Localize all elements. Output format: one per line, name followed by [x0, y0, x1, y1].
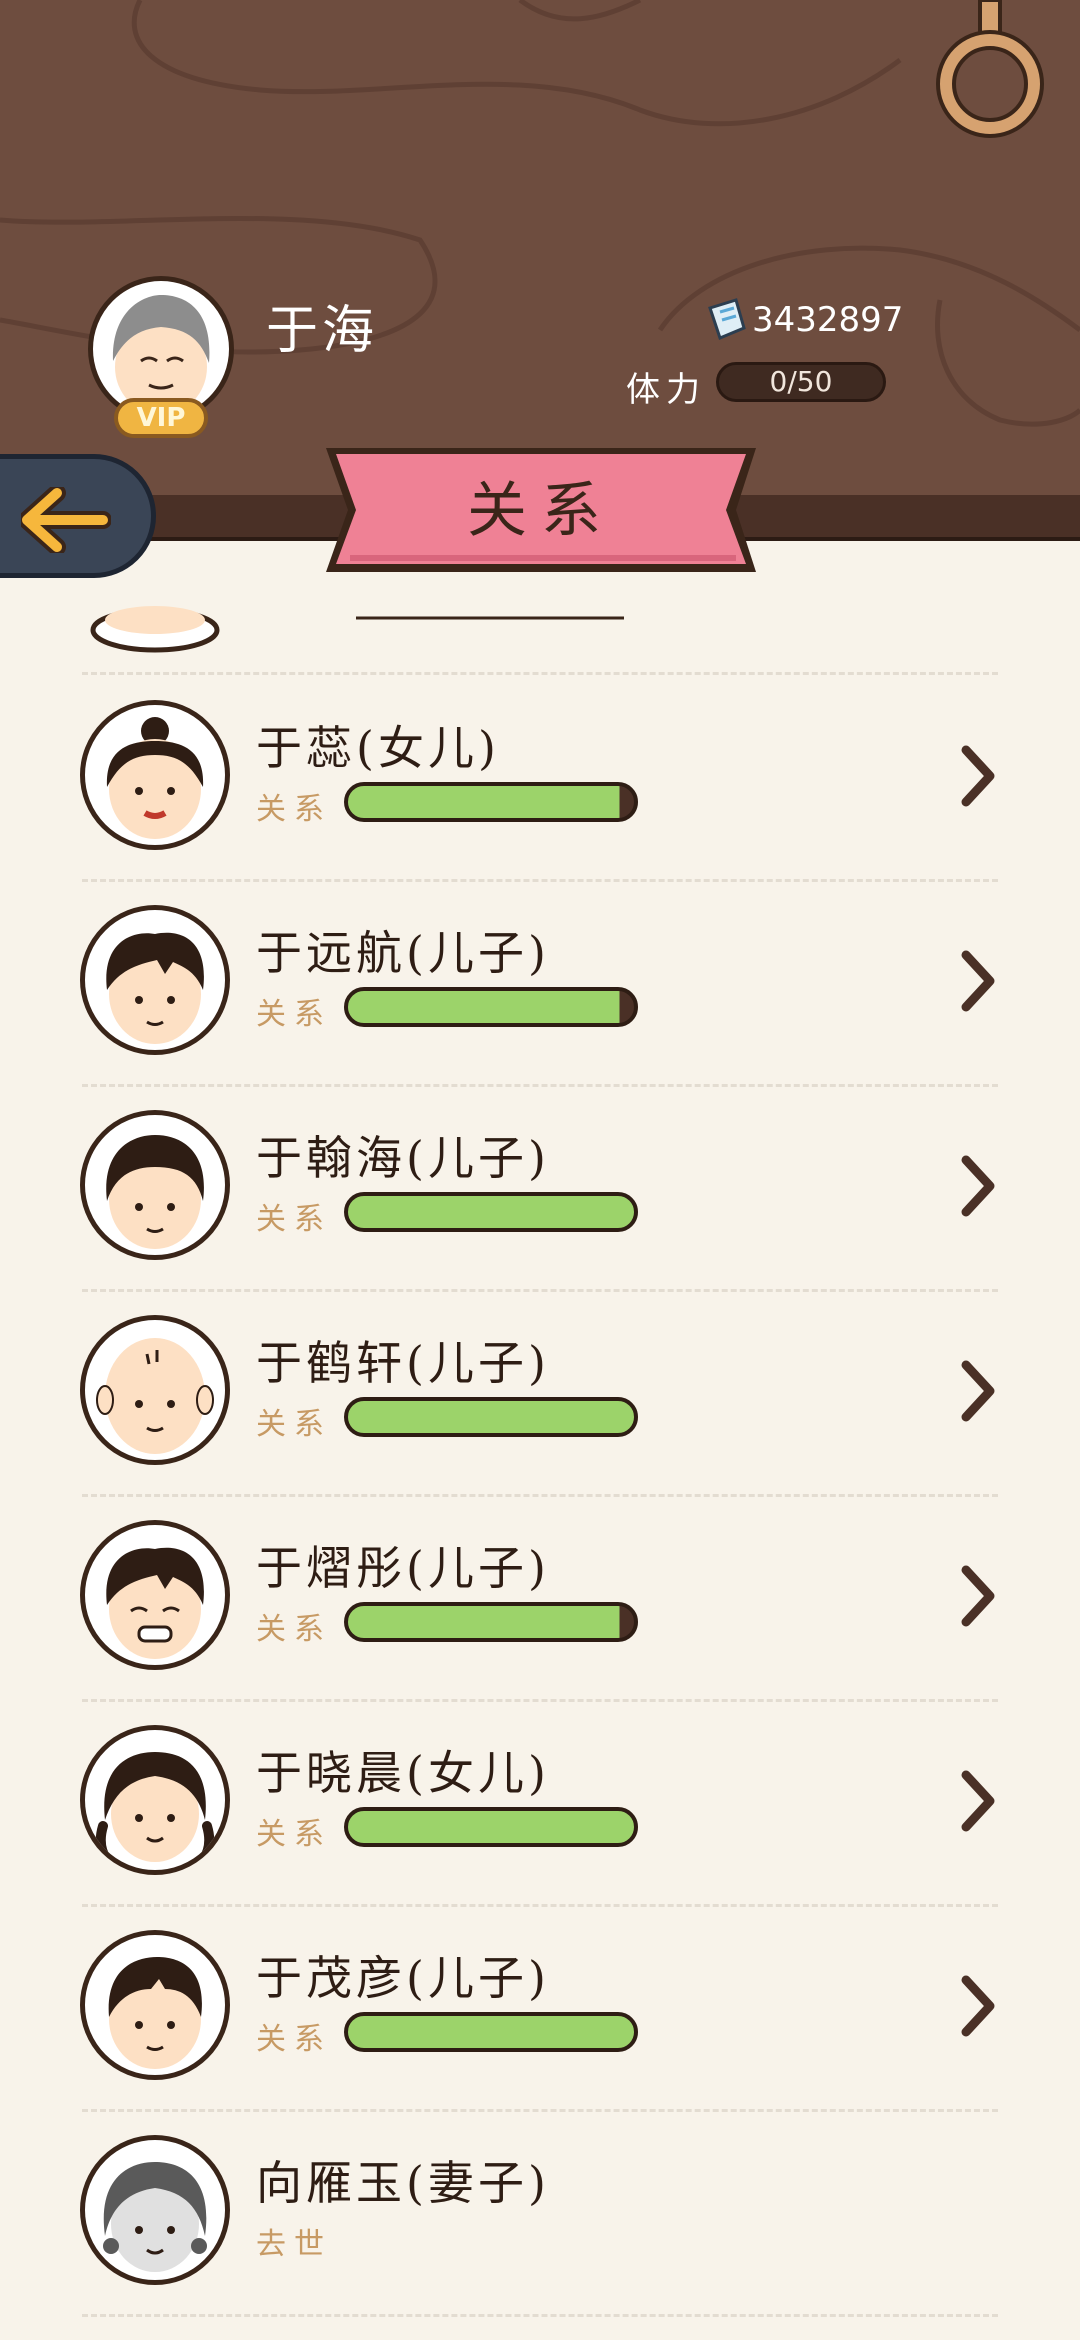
chevron-right-icon[interactable] — [958, 744, 998, 808]
player-name: 于海 — [266, 301, 379, 361]
relation-row[interactable]: 于翰海(儿子) 关系 — [0, 1084, 1080, 1289]
relation-status: 去世 — [256, 2227, 332, 2262]
relation-row[interactable]: 于熠彤(儿子) 关系 — [0, 1494, 1080, 1699]
relation-row[interactable]: 于远航(儿子) 关系 — [0, 879, 1080, 1084]
row-divider — [82, 2109, 998, 2112]
relation-label: 关系 — [256, 2022, 332, 2057]
row-divider — [82, 879, 998, 882]
row-divider — [82, 1289, 998, 1292]
relation-avatar — [80, 905, 230, 1055]
relation-label: 关系 — [256, 792, 332, 827]
chevron-right-icon[interactable] — [958, 1359, 998, 1423]
relation-row[interactable]: 向雁玉(妻子) 去世 — [0, 2109, 1080, 2314]
relation-name: 于鹤轩(儿子) — [256, 1336, 550, 1390]
coin-count: 3432897 — [752, 300, 904, 340]
baby-bald-icon — [96, 1338, 214, 1454]
row-divider — [82, 2314, 998, 2317]
relation-row[interactable]: 于晓晨(女儿) 关系 — [0, 1699, 1080, 1904]
relation-avatar — [80, 1315, 230, 1465]
relation-name: 于晓晨(女儿) — [256, 1746, 550, 1800]
partial-row — [0, 590, 1080, 680]
chevron-right-icon[interactable] — [958, 1564, 998, 1628]
son-tuft-icon — [106, 932, 204, 1044]
daughter-braids-icon — [95, 1752, 215, 1865]
relation-name: 向雁玉(妻子) — [256, 2156, 550, 2210]
chevron-right-icon[interactable] — [958, 1154, 998, 1218]
relations-list[interactable]: 于蕊(女儿) 关系 于远航(儿子) 关系 于翰海(儿子) 关系 于鹤轩(儿子) … — [0, 590, 1080, 2340]
back-arrow-icon — [21, 487, 111, 553]
wife-gray-icon — [103, 2162, 207, 2272]
relation-name: 于蕊(女儿) — [256, 721, 500, 775]
relation-label: 关系 — [256, 1202, 332, 1237]
relation-name: 于远航(儿子) — [256, 926, 550, 980]
relationship-bar — [344, 1397, 638, 1437]
row-divider — [82, 1699, 998, 1702]
relation-row[interactable]: 于蕊(女儿) 关系 — [0, 674, 1080, 879]
row-divider — [82, 1084, 998, 1087]
coin-scroll-icon — [708, 298, 746, 341]
row-divider — [82, 1494, 998, 1497]
vip-badge: VIP — [114, 398, 208, 438]
relation-avatar — [80, 1930, 230, 2080]
relation-label: 关系 — [256, 1612, 332, 1647]
relation-label: 关系 — [256, 1407, 332, 1442]
relation-name: 于茂彦(儿子) — [256, 1951, 550, 2005]
relation-avatar — [80, 700, 230, 850]
stamina-label: 体力 — [626, 370, 706, 410]
relation-name: 于熠彤(儿子) — [256, 1541, 550, 1595]
chevron-right-icon[interactable] — [958, 1769, 998, 1833]
stamina-bar: 0/50 — [716, 362, 886, 402]
back-button[interactable] — [0, 454, 156, 578]
relationship-bar — [344, 1602, 638, 1642]
relation-label: 关系 — [256, 997, 332, 1032]
son-short-icon — [108, 1957, 202, 2069]
pull-ring-icon[interactable] — [936, 0, 1046, 140]
relation-avatar — [80, 1110, 230, 1260]
elder-avatar-icon — [112, 295, 210, 415]
chevron-right-icon[interactable] — [958, 1974, 998, 2038]
header-panel: VIP 于海 3432897 体力 0/50 — [0, 0, 1080, 495]
relation-row[interactable]: 于鹤轩(儿子) 关系 — [0, 1289, 1080, 1494]
relation-avatar — [80, 1520, 230, 1670]
daughter-bun-icon — [106, 717, 204, 839]
son-grin-icon — [106, 1547, 204, 1659]
chevron-right-icon[interactable] — [958, 949, 998, 1013]
relationship-bar — [344, 2012, 638, 2052]
relation-avatar — [80, 2135, 230, 2285]
son-bowl-icon — [106, 1135, 204, 1249]
relation-row[interactable]: 于茂彦(儿子) 关系 — [0, 1904, 1080, 2109]
page-title: 关系 — [467, 476, 615, 546]
relation-label: 关系 — [256, 1817, 332, 1852]
relationship-bar — [344, 782, 638, 822]
relationship-bar — [344, 1807, 638, 1847]
relationship-bar — [344, 1192, 638, 1232]
title-banner: 关系 — [326, 440, 756, 590]
row-divider — [82, 1904, 998, 1907]
relation-avatar — [80, 1725, 230, 1875]
relation-name: 于翰海(儿子) — [256, 1131, 550, 1185]
relationship-bar — [344, 987, 638, 1027]
